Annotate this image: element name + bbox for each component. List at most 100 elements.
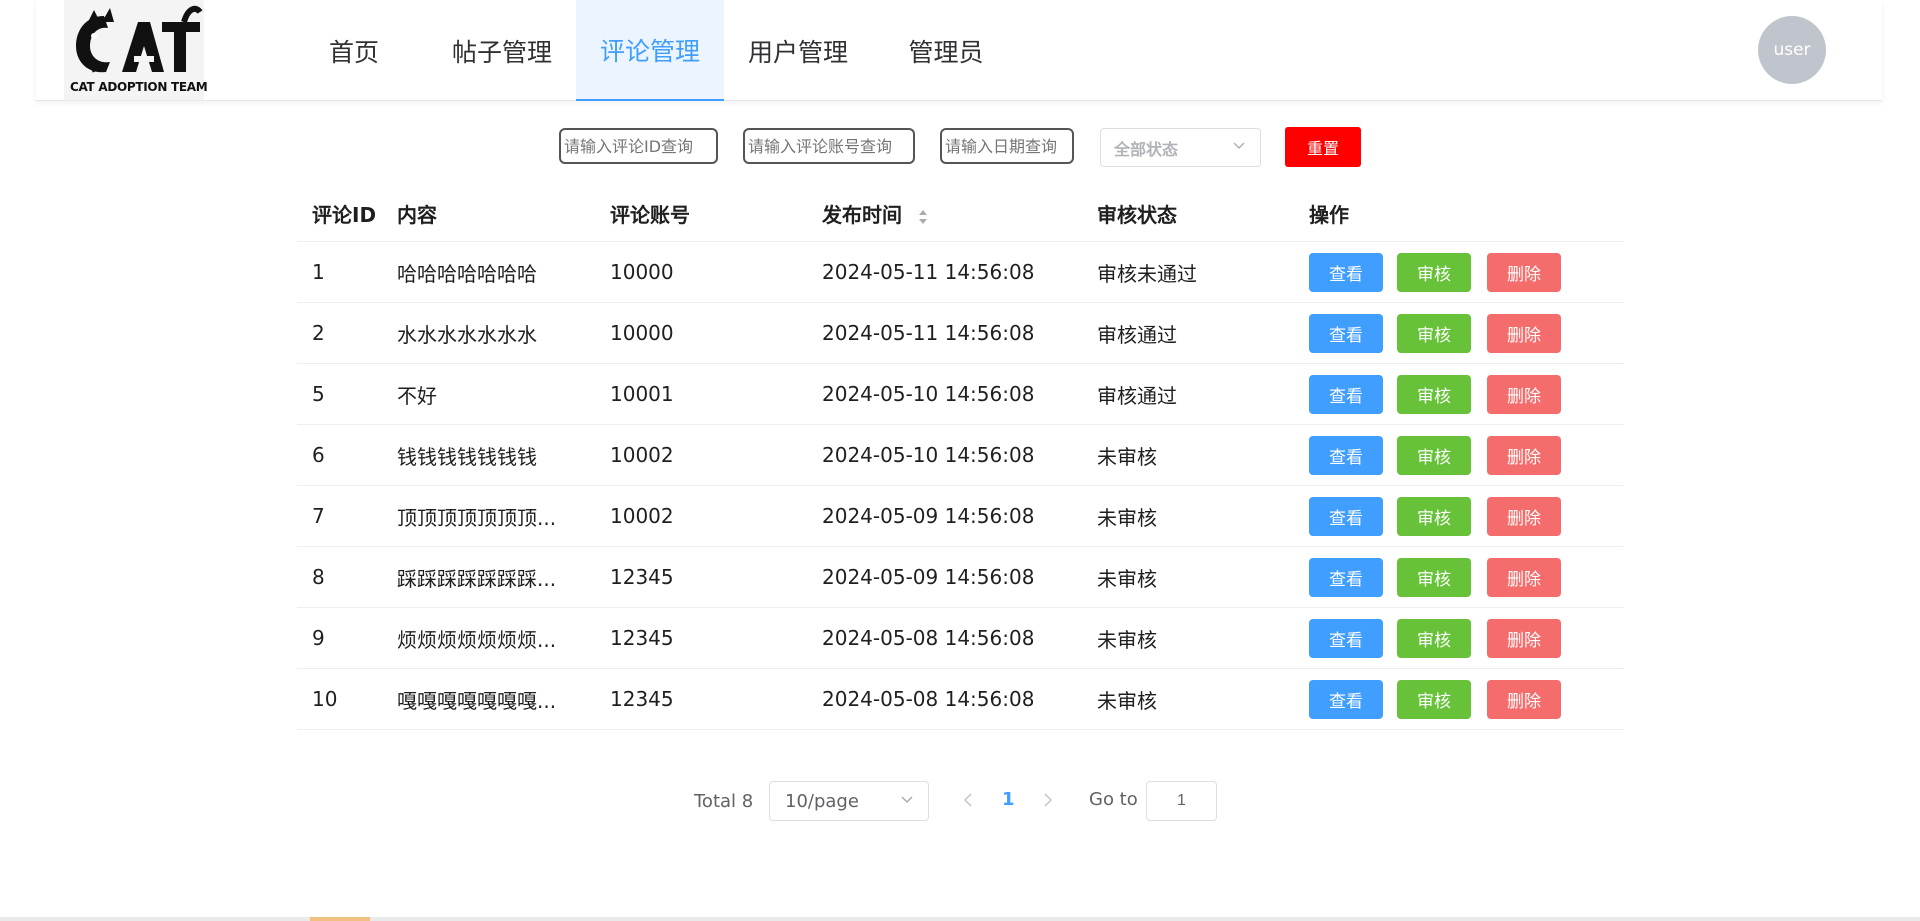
table-row: 10 嘎嘎嘎嘎嘎嘎嘎... 12345 2024-05-08 14:56:08 未审核 查…: [297, 669, 1624, 730]
delete-button[interactable]: 删除: [1487, 618, 1561, 658]
view-button[interactable]: 查看: [1309, 374, 1383, 414]
header-audit-status: 审核状态: [1097, 203, 1177, 227]
cell-audit-status: 审核通过: [1097, 383, 1177, 408]
cell-comment-id: 10: [312, 687, 338, 711]
cell-content: 哈哈哈哈哈哈哈: [397, 261, 537, 286]
cell-audit-status: 未审核: [1097, 688, 1157, 713]
view-button[interactable]: 查看: [1309, 435, 1383, 475]
view-button[interactable]: 查看: [1309, 252, 1383, 292]
audit-button[interactable]: 审核: [1397, 557, 1471, 597]
table-row: 9 烦烦烦烦烦烦烦... 12345 2024-05-08 14:56:08 未审核 查看…: [297, 608, 1624, 669]
view-button[interactable]: 查看: [1309, 618, 1383, 658]
status-filter-select[interactable]: 全部状态: [1100, 128, 1261, 167]
cell-actions: 查看 审核 删除: [1309, 679, 1624, 719]
cell-content: 嘎嘎嘎嘎嘎嘎嘎...: [397, 688, 557, 713]
view-button[interactable]: 查看: [1309, 496, 1383, 536]
sort-icon[interactable]: [917, 208, 929, 226]
audit-button[interactable]: 审核: [1397, 496, 1471, 536]
cell-publish-time: 2024-05-11 14:56:08: [822, 260, 1035, 284]
cell-account: 10000: [610, 260, 674, 284]
cell-content: 水水水水水水水: [397, 322, 537, 347]
page-size-value: 10/page: [785, 790, 859, 812]
delete-button[interactable]: 删除: [1487, 679, 1561, 719]
cell-publish-time: 2024-05-09 14:56:08: [822, 504, 1035, 528]
cell-actions: 查看 审核 删除: [1309, 374, 1624, 414]
goto-label: Go to: [1089, 789, 1138, 810]
cell-comment-id: 9: [312, 626, 325, 650]
delete-button[interactable]: 删除: [1487, 313, 1561, 353]
cell-comment-id: 2: [312, 321, 325, 345]
table-row: 8 踩踩踩踩踩踩踩... 12345 2024-05-09 14:56:08 未审核 查看…: [297, 547, 1624, 608]
table-row: 6 钱钱钱钱钱钱钱 10002 2024-05-10 14:56:08 未审核 查看 审核删…: [297, 425, 1624, 486]
header-actions: 操作: [1309, 203, 1349, 227]
cell-comment-id: 1: [312, 260, 325, 284]
cell-account: 12345: [610, 687, 674, 711]
cell-actions: 查看 审核 删除: [1309, 496, 1624, 536]
cell-publish-time: 2024-05-10 14:56:08: [822, 443, 1035, 467]
cell-publish-time: 2024-05-08 14:56:08: [822, 626, 1035, 650]
date-search-input[interactable]: [940, 128, 1074, 164]
audit-button[interactable]: 审核: [1397, 374, 1471, 414]
cat-adoption-team-logo[interactable]: CAT ADOPTION TEAM: [64, 0, 208, 100]
top-header: CAT ADOPTION TEAM 首页 帖子管理 评论管理 用户管理 管理员 …: [36, 0, 1882, 101]
cell-actions: 查看 审核 删除: [1309, 618, 1624, 658]
cell-actions: 查看 审核 删除: [1309, 557, 1624, 597]
audit-button[interactable]: 审核: [1397, 435, 1471, 475]
audit-button[interactable]: 审核: [1397, 618, 1471, 658]
view-button[interactable]: 查看: [1309, 557, 1383, 597]
scrollbar-thumb[interactable]: [310, 917, 370, 921]
cell-audit-status: 审核通过: [1097, 322, 1177, 347]
page-size-select[interactable]: 10/page: [769, 781, 929, 821]
pagination-current-page[interactable]: 1: [1002, 789, 1015, 810]
cell-actions: 查看 审核 删除: [1309, 252, 1624, 292]
cell-comment-id: 5: [312, 382, 325, 406]
nav-item-comment-management[interactable]: 评论管理: [576, 0, 724, 101]
pagination-total: Total 8: [694, 790, 754, 812]
cell-publish-time: 2024-05-10 14:56:08: [822, 382, 1035, 406]
nav-item-user-management[interactable]: 用户管理: [724, 0, 872, 101]
prev-page-icon[interactable]: [962, 791, 974, 809]
header-account: 评论账号: [610, 203, 690, 227]
table-header: 评论ID 内容 评论账号 发布时间 审核状态 操作: [297, 186, 1624, 242]
page: CAT ADOPTION TEAM 首页 帖子管理 评论管理 用户管理 管理员 …: [0, 0, 1920, 921]
comment-account-search-input[interactable]: [743, 128, 915, 164]
delete-button[interactable]: 删除: [1487, 374, 1561, 414]
delete-button[interactable]: 删除: [1487, 557, 1561, 597]
cell-publish-time: 2024-05-09 14:56:08: [822, 565, 1035, 589]
delete-button[interactable]: 删除: [1487, 252, 1561, 292]
comment-id-search-input[interactable]: [559, 128, 718, 164]
audit-button[interactable]: 审核: [1397, 252, 1471, 292]
cell-content: 钱钱钱钱钱钱钱: [397, 444, 537, 469]
nav-item-post-management[interactable]: 帖子管理: [428, 0, 576, 101]
delete-button[interactable]: 删除: [1487, 435, 1561, 475]
table-row: 7 顶顶顶顶顶顶顶... 10002 2024-05-09 14:56:08 未审核 查看…: [297, 486, 1624, 547]
view-button[interactable]: 查看: [1309, 679, 1383, 719]
cell-account: 10001: [610, 382, 674, 406]
goto-page-input[interactable]: [1146, 781, 1217, 821]
cell-comment-id: 7: [312, 504, 325, 528]
cell-content: 不好: [397, 383, 437, 408]
bottom-scrollbar[interactable]: [0, 917, 1920, 921]
cell-account: 10000: [610, 321, 674, 345]
table-row: 2 水水水水水水水 10000 2024-05-11 14:56:08 审核通过 查看 审核…: [297, 303, 1624, 364]
user-avatar[interactable]: user: [1758, 16, 1826, 84]
nav-item-home[interactable]: 首页: [280, 0, 428, 101]
cell-actions: 查看 审核 删除: [1309, 313, 1624, 353]
cell-actions: 查看 审核 删除: [1309, 435, 1624, 475]
reset-button[interactable]: 重置: [1285, 127, 1361, 167]
table-body: 1 哈哈哈哈哈哈哈 10000 2024-05-11 14:56:08 审核未通过 查看审…: [297, 242, 1624, 730]
delete-button[interactable]: 删除: [1487, 496, 1561, 536]
view-button[interactable]: 查看: [1309, 313, 1383, 353]
cell-publish-time: 2024-05-11 14:56:08: [822, 321, 1035, 345]
cell-publish-time: 2024-05-08 14:56:08: [822, 687, 1035, 711]
table-row: 1 哈哈哈哈哈哈哈 10000 2024-05-11 14:56:08 审核未通过 查看审…: [297, 242, 1624, 303]
audit-button[interactable]: 审核: [1397, 313, 1471, 353]
nav-item-admin[interactable]: 管理员: [872, 0, 1020, 101]
header-publish-time[interactable]: 发布时间: [822, 199, 1097, 228]
header-content: 内容: [397, 203, 437, 227]
cell-account: 10002: [610, 504, 674, 528]
next-page-icon[interactable]: [1042, 791, 1054, 809]
audit-button[interactable]: 审核: [1397, 679, 1471, 719]
cell-content: 烦烦烦烦烦烦烦...: [397, 627, 557, 652]
chevron-down-icon: [901, 796, 913, 804]
